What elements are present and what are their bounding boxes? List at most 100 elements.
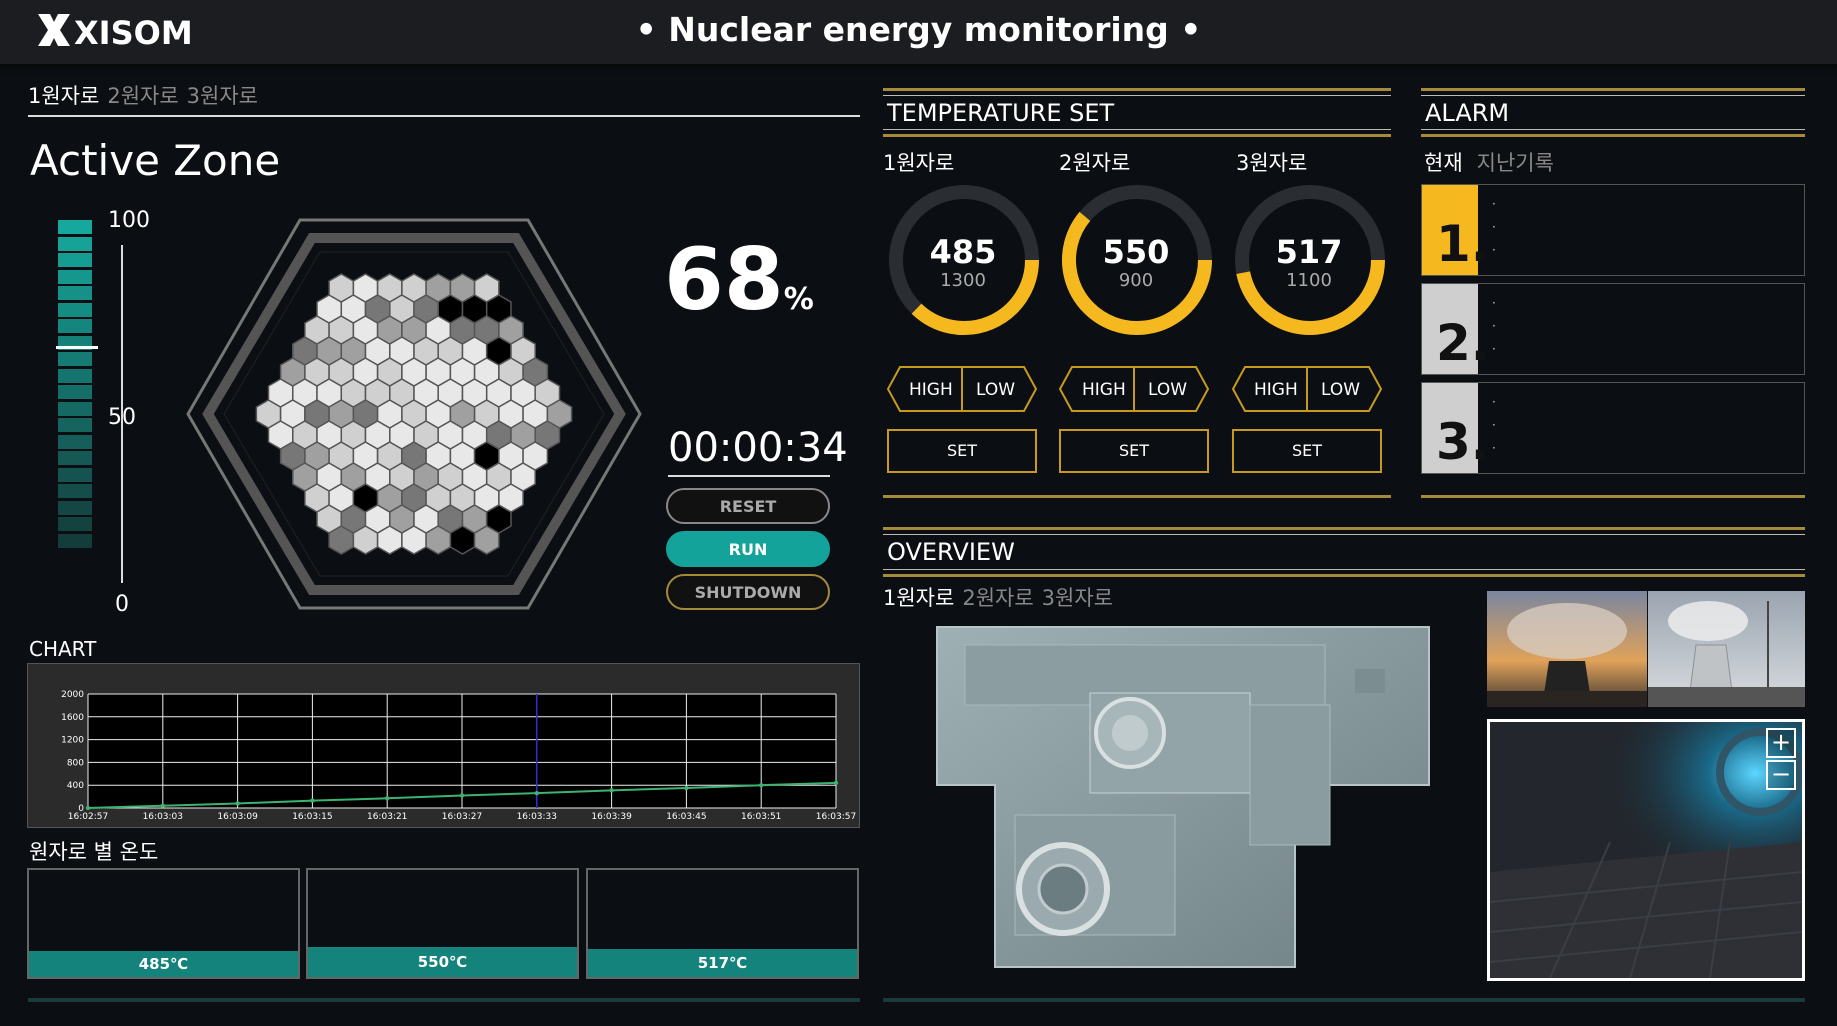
tab-reactor-3[interactable]: 3원자로: [187, 84, 258, 108]
dot: ·: [1492, 243, 1496, 257]
chart-y-tick-label: 400: [67, 781, 84, 791]
bottom-rule-right: [883, 998, 1805, 1002]
chart-point: [534, 790, 539, 796]
gauge-level-marker[interactable]: [56, 346, 98, 349]
dot: ·: [1492, 319, 1496, 333]
alarm-number-1: 1.: [1422, 185, 1490, 275]
divider: [883, 129, 1391, 130]
dot: ·: [1492, 441, 1496, 455]
gauge-segment: [58, 220, 92, 234]
gold-rule: [1421, 88, 1805, 91]
gold-rule: [883, 574, 1805, 577]
chart-point: [609, 788, 614, 793]
camera-feed: [1490, 722, 1802, 978]
high-low-toggle-2: [1058, 366, 1210, 412]
temperature-set-title: TEMPERATURE SET: [887, 99, 1115, 127]
low-button-3[interactable]: LOW: [1321, 380, 1360, 400]
gauge-label-100: 100: [108, 208, 150, 233]
temp-reactor-3-label: 3원자로: [1236, 151, 1308, 175]
chart-point: [459, 793, 465, 798]
chart-x-tick-label: 16:03:51: [741, 812, 781, 822]
chart-point: [235, 801, 240, 806]
tab-alarm-history[interactable]: 지난기록: [1477, 151, 1554, 175]
core-percent-value: 68: [664, 230, 784, 330]
set-button-3[interactable]: SET: [1232, 429, 1382, 473]
alarm-row-1-dots: · · ·: [1492, 193, 1496, 262]
chart-x-tick-label: 16:03:09: [217, 812, 258, 822]
gauge-segment: [58, 484, 92, 498]
shutdown-button[interactable]: SHUTDOWN: [666, 574, 830, 610]
gauge-segment: [58, 368, 92, 383]
chart-x-tick-label: 16:03:21: [367, 812, 407, 822]
run-button[interactable]: RUN: [666, 531, 830, 567]
reactor-2-temp-fill: 550℃: [308, 947, 577, 977]
reactor-1-temp-box: 485℃: [27, 868, 300, 979]
dot: ·: [1492, 342, 1496, 356]
plant-photo-1: [1487, 591, 1647, 707]
dot: ·: [1492, 296, 1496, 310]
run-timer: 00:00:34: [668, 425, 848, 477]
reactor-3-temp-box: 517℃: [586, 868, 859, 979]
alarm-number-3: 3.: [1422, 383, 1490, 473]
gauge-segment: [58, 533, 92, 548]
reactor-3-temp-fill: 517℃: [588, 949, 857, 977]
zoom-out-button[interactable]: −: [1766, 760, 1796, 790]
chart-x-tick-label: 16:03:57: [816, 812, 856, 822]
tab-overview-reactor-1[interactable]: 1원자로: [883, 586, 954, 610]
chart-x-tick-label: 16:03:03: [143, 812, 183, 822]
tab-overview-reactor-3[interactable]: 3원자로: [1042, 586, 1113, 610]
chart-point: [85, 805, 91, 811]
reactor-2-temp-box: 550℃: [306, 868, 579, 979]
dot: ·: [1492, 220, 1496, 234]
gauge-segment: [58, 517, 92, 531]
alarm-row-3-dots: · · ·: [1492, 391, 1496, 460]
overview-title: OVERVIEW: [887, 538, 1015, 566]
divider: [883, 534, 1805, 535]
reset-button[interactable]: RESET: [666, 488, 830, 524]
camera-view[interactable]: + −: [1487, 719, 1805, 981]
alarm-row-2-dots: · · ·: [1492, 292, 1496, 361]
tab-reactor-2[interactable]: 2원자로: [107, 84, 178, 108]
chart-x-tick-label: 16:03:33: [517, 812, 557, 822]
tab-alarm-current[interactable]: 현재: [1424, 151, 1463, 175]
overview-tabs: 1원자로 2원자로 3원자로: [883, 582, 1121, 612]
core-percent: 68%: [664, 230, 814, 330]
chart-y-tick-label: 2000: [61, 690, 84, 700]
low-button-2[interactable]: LOW: [1148, 380, 1187, 400]
chart-x-tick-label: 16:03:39: [591, 812, 632, 822]
gauge-segment: [58, 385, 92, 399]
set-button-2[interactable]: SET: [1059, 429, 1209, 473]
alarm-row-3[interactable]: 3. · · ·: [1421, 382, 1805, 474]
gauge-segment: [58, 269, 92, 284]
high-button-2[interactable]: HIGH: [1082, 380, 1126, 400]
chart-y-tick-label: 800: [67, 758, 84, 768]
gauge-segment: [58, 319, 92, 333]
set-button-1[interactable]: SET: [887, 429, 1037, 473]
gauge-segment: [58, 253, 92, 267]
tab-reactor-1[interactable]: 1원자로: [28, 84, 99, 108]
high-button-1[interactable]: HIGH: [909, 380, 953, 400]
zoom-in-button[interactable]: +: [1766, 728, 1796, 758]
alarm-row-2[interactable]: 2. · · ·: [1421, 283, 1805, 375]
alarm-tabs: 현재 지난기록: [1424, 147, 1562, 177]
gauge-segment: [58, 401, 92, 416]
chart-x-tick-label: 16:03:45: [666, 812, 706, 822]
gauge-label-0: 0: [115, 592, 129, 617]
reactor-1-temp-fill: 485℃: [29, 951, 298, 977]
low-button-1[interactable]: LOW: [976, 380, 1015, 400]
high-button-3[interactable]: HIGH: [1254, 380, 1298, 400]
bottom-rule-left: [28, 998, 860, 1002]
temp-reactor-2-label: 2원자로: [1059, 151, 1131, 175]
chart-point: [310, 798, 315, 803]
alarm-row-1[interactable]: 1. · · ·: [1421, 184, 1805, 276]
gauge-label-50: 50: [108, 405, 136, 430]
chart-x-tick-label: 16:03:27: [442, 812, 482, 822]
dashboard: XISOM • Nuclear energy monitoring • 1원자로…: [0, 0, 1837, 1026]
tab-overview-reactor-2[interactable]: 2원자로: [962, 586, 1033, 610]
alarm-number-2: 2.: [1422, 284, 1490, 374]
temp-dial-2-max: 900: [1118, 270, 1154, 291]
temperature-chart: 2000 1600 1200 800 400 0 16:02:57 16:03:03 16:03…: [27, 663, 860, 828]
chart-point: [759, 783, 764, 788]
chart-point: [160, 803, 165, 808]
chart-y-tick-label: 1600: [61, 713, 84, 723]
